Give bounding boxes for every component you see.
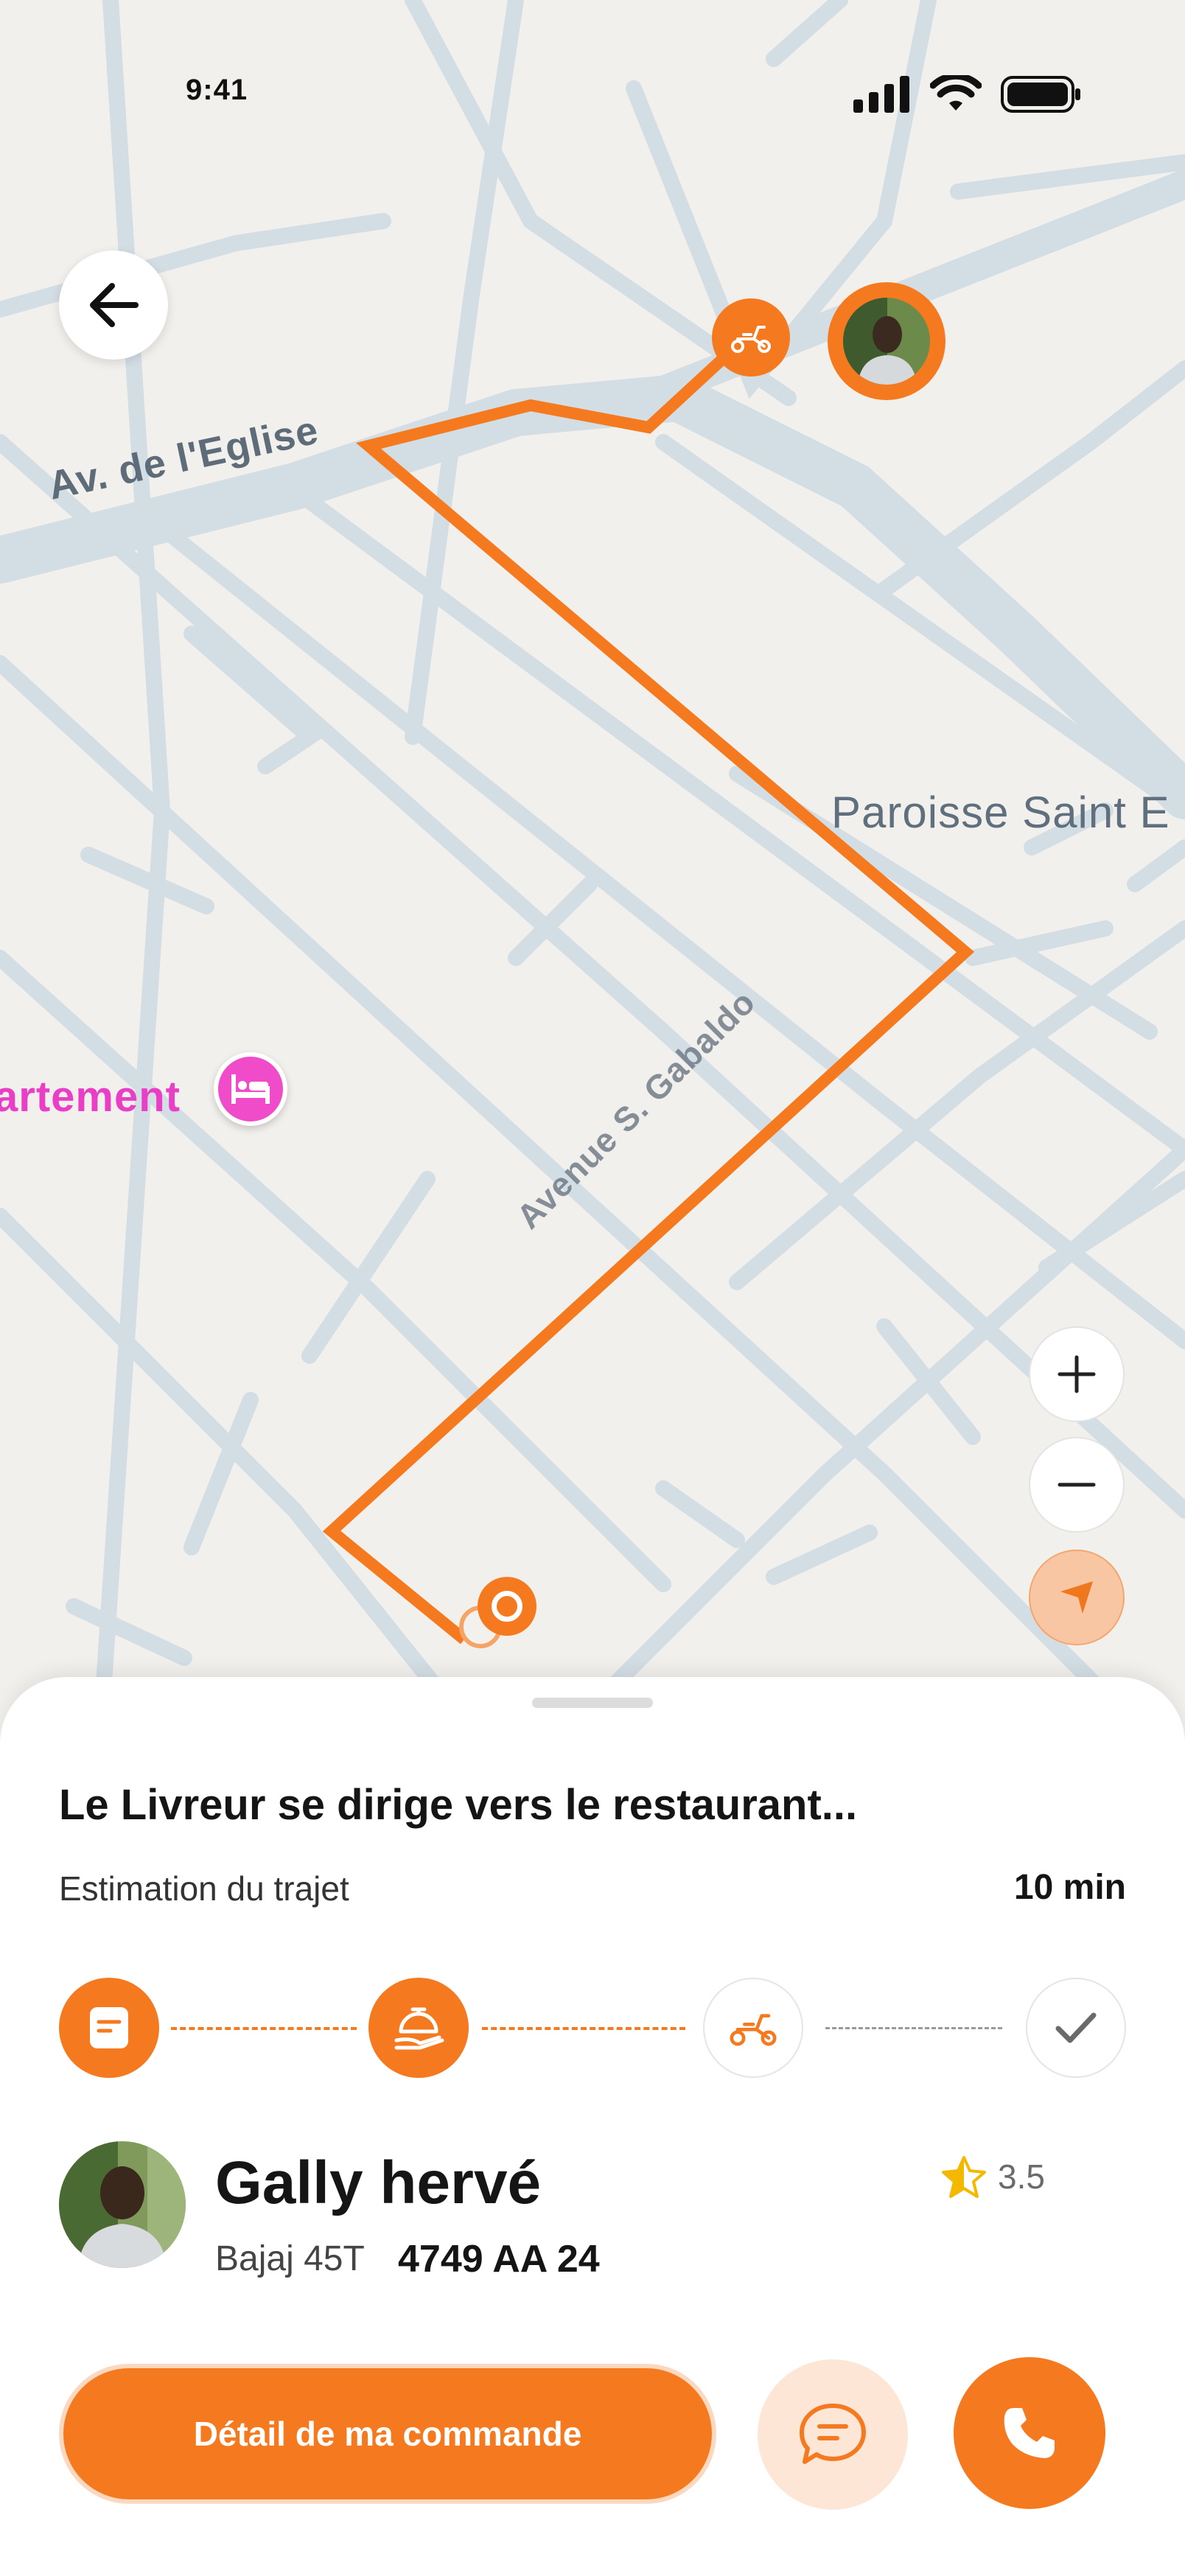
rating-value: 3.5 — [998, 2157, 1045, 2196]
zoom-in-button[interactable] — [1029, 1326, 1125, 1422]
scooter-pin — [712, 298, 790, 377]
destination-pin — [478, 1577, 536, 1636]
checkmark-icon — [1055, 2012, 1097, 2043]
call-button[interactable] — [954, 2357, 1105, 2509]
step-completed — [1026, 1978, 1126, 2078]
eta-label: Estimation du trajet — [59, 1869, 349, 1908]
map-streets — [0, 0, 1185, 1695]
driver-location-pin[interactable] — [828, 282, 945, 400]
step-delivery — [703, 1978, 803, 2078]
zoom-out-button[interactable] — [1029, 1437, 1125, 1533]
eta-value: 10 min — [1013, 1868, 1126, 1907]
driver-vehicle: Bajaj 45T — [215, 2239, 365, 2278]
driver-rating: 3.5 — [940, 2155, 1045, 2199]
locate-button[interactable] — [1029, 1550, 1125, 1645]
wifi-icon — [930, 75, 982, 111]
back-arrow-icon — [90, 283, 139, 327]
step-restaurant — [368, 1978, 469, 2078]
chat-button[interactable] — [758, 2359, 908, 2510]
driver-avatar[interactable] — [59, 2141, 186, 2268]
phone-icon — [1004, 2408, 1055, 2458]
serving-dish-icon — [394, 2007, 444, 2050]
order-detail-button[interactable]: Détail de ma commande — [59, 2364, 716, 2504]
map-label-appartement[interactable]: artement — [0, 1072, 181, 1121]
zoom-in-icon — [1058, 1355, 1096, 1393]
step-order — [59, 1978, 159, 2078]
delivery-status-title: Le Livreur se dirige vers le restaurant.… — [59, 1781, 858, 1829]
back-button[interactable] — [59, 251, 168, 360]
hotel-pin[interactable] — [214, 1052, 287, 1126]
half-star-icon — [942, 2156, 986, 2198]
step-connector-1 — [171, 2027, 357, 2030]
license-plate: 4749 AA 24 — [398, 2238, 600, 2281]
driver-name: Gally hervé — [215, 2149, 542, 2216]
step-connector-3 — [825, 2027, 1002, 2029]
map-label-paroisse[interactable]: Paroisse Saint E — [831, 787, 1170, 838]
scooter-step-icon — [730, 2014, 777, 2046]
status-time: 9:41 — [186, 74, 248, 106]
zoom-out-icon — [1058, 1483, 1096, 1487]
map-view[interactable]: 9:41 Av. de l'Eglise Paroisse Saint E Av… — [0, 0, 1185, 1695]
battery-icon — [1001, 76, 1080, 113]
tracking-sheet[interactable]: Le Livreur se dirige vers le restaurant.… — [0, 1677, 1185, 2576]
sheet-drag-handle[interactable] — [532, 1698, 653, 1708]
receipt-icon — [90, 2007, 128, 2048]
signal-icon — [853, 76, 909, 113]
scooter-icon — [731, 326, 771, 353]
hotel-icon — [231, 1074, 270, 1104]
chat-icon — [800, 2404, 866, 2464]
status-icons — [853, 75, 1082, 113]
step-connector-2 — [482, 2027, 685, 2030]
locate-icon — [1060, 1581, 1093, 1614]
driver-map-avatar — [843, 298, 930, 385]
